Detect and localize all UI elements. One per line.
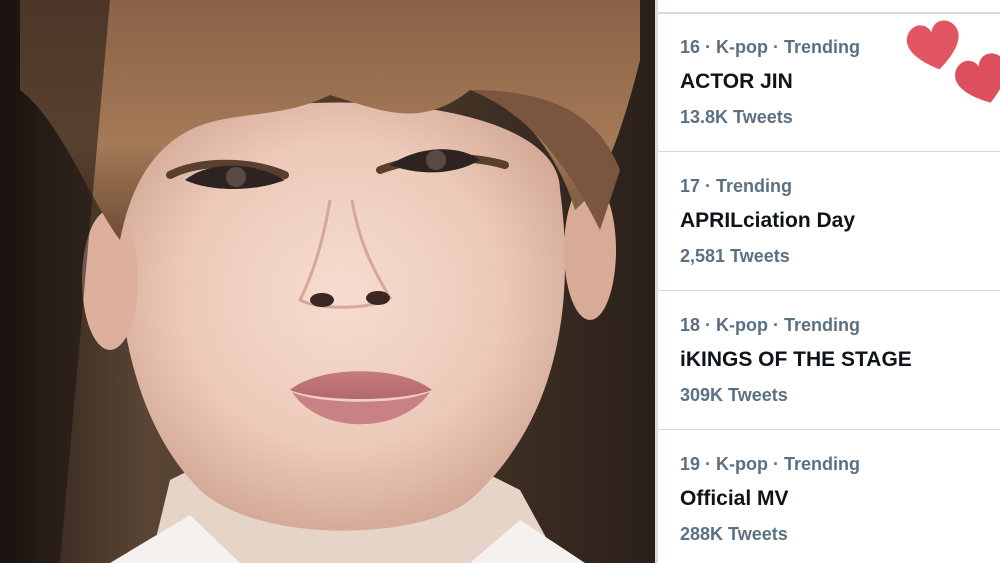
trend-title: APRILciation Day — [680, 209, 856, 232]
trend-tweet-count: 309K Tweets — [680, 385, 788, 405]
trend-tweet-count: 288K Tweets — [680, 524, 788, 544]
trend-meta: 17 · Trending — [680, 176, 793, 196]
portrait-photo — [0, 0, 657, 563]
trend-title: iKINGS OF THE STAGE — [680, 348, 912, 371]
portrait-illustration — [0, 0, 640, 563]
trend-item-17[interactable]: 17 · Trending APRILciation Day 2,581 Twe… — [658, 152, 1000, 291]
trend-meta: 18 · K-pop · Trending — [680, 315, 860, 335]
trend-tweet-count: 2,581 Tweets — [680, 246, 790, 266]
heart-icon — [906, 20, 959, 70]
heart-stickers-icon — [906, 20, 1000, 103]
trend-item-19[interactable]: 19 · K-pop · Trending Official MV 288K T… — [658, 430, 1000, 563]
trends-list: 16 · K-pop · Trending ACTOR JIN 13.8K Tw… — [658, 0, 1000, 563]
trend-meta: 19 · K-pop · Trending — [680, 454, 860, 474]
trend-item-18[interactable]: 18 · K-pop · Trending iKINGS OF THE STAG… — [658, 291, 1000, 430]
trend-tweet-count: 13.8K Tweets — [680, 107, 793, 127]
screenshot-canvas: 16 · K-pop · Trending ACTOR JIN 13.8K Tw… — [0, 0, 1000, 563]
trend-meta: 16 · K-pop · Trending — [680, 37, 860, 57]
trend-title: Official MV — [680, 487, 789, 510]
trend-title: ACTOR JIN — [680, 70, 793, 93]
heart-icon — [955, 53, 1000, 103]
